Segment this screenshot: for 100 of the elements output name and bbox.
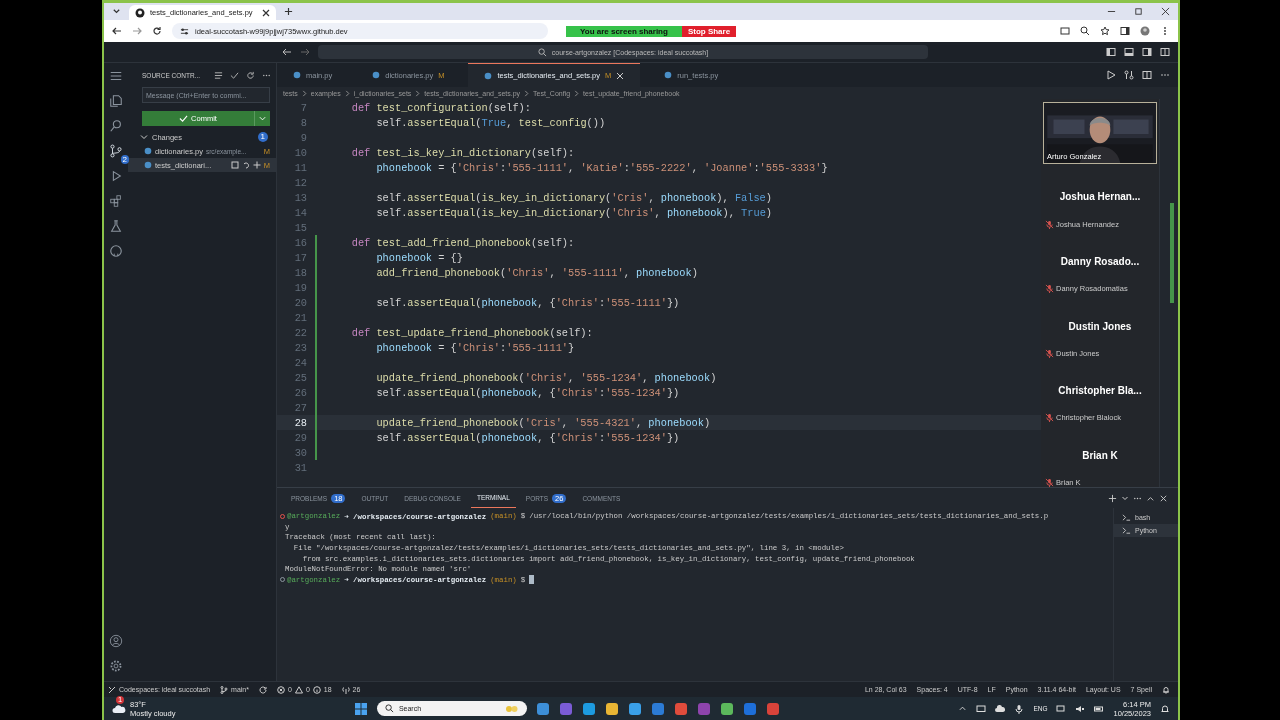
code-line: self.assertEqual(phonebook, {'Chris':'555-1234'}) xyxy=(375,431,680,444)
line-number: 13 xyxy=(293,191,307,204)
line-number: 11 xyxy=(293,161,307,174)
warning-icon xyxy=(294,685,303,694)
chevron-up-icon[interactable] xyxy=(958,704,968,713)
open-changes-icon[interactable] xyxy=(1124,70,1134,80)
battery-icon[interactable] xyxy=(1094,703,1105,714)
source-control-icon[interactable] xyxy=(109,144,123,158)
stage-plus-icon[interactable] xyxy=(252,161,261,169)
caret-icon[interactable] xyxy=(1121,494,1129,502)
app-icon[interactable] xyxy=(673,701,688,716)
python-file-icon xyxy=(664,71,673,79)
python-file-icon xyxy=(372,71,381,79)
code-line: self.assertEqual(is_key_in_dictionary('Chris', phonebook), True) xyxy=(375,206,772,219)
line-number: 24 xyxy=(293,356,307,369)
line-number: 25 xyxy=(293,371,307,384)
open-file-icon[interactable] xyxy=(230,161,239,169)
line-number: 23 xyxy=(293,341,307,354)
app-icon[interactable] xyxy=(765,701,780,716)
explorer-icon[interactable] xyxy=(109,94,123,108)
app-icon[interactable] xyxy=(581,701,596,716)
back-icon[interactable] xyxy=(112,26,122,36)
profile-avatar-icon[interactable] xyxy=(1140,26,1150,36)
layout-icon[interactable] xyxy=(1160,47,1170,57)
notifications-bell-icon[interactable] xyxy=(1162,685,1170,694)
caret-icon xyxy=(258,114,267,123)
app-icon[interactable] xyxy=(719,701,734,716)
tab-list-icon[interactable] xyxy=(112,7,121,16)
checkmark-icon[interactable] xyxy=(230,70,240,80)
search-icon[interactable] xyxy=(109,119,123,133)
code-line: phonebook = {'Chris':'555-1111'} xyxy=(375,341,575,354)
start-icon[interactable] xyxy=(353,701,368,716)
code-line: def test_add_friend_phonebook(self): xyxy=(350,236,575,249)
code-line: phonebook = {} xyxy=(375,251,463,264)
checkmark-icon xyxy=(179,114,189,123)
line-number: 7 xyxy=(299,101,307,114)
extensions-icon[interactable] xyxy=(109,194,123,208)
screen-sharing-banner: You are screen sharing xyxy=(566,26,682,37)
restore-icon[interactable] xyxy=(1134,7,1143,16)
participant-display-name: Brian K xyxy=(1082,449,1118,461)
run-icon[interactable] xyxy=(1106,70,1116,80)
account-icon[interactable] xyxy=(109,634,123,648)
new-tab-icon[interactable] xyxy=(284,7,293,16)
reload-icon[interactable] xyxy=(152,26,162,36)
python-file-icon xyxy=(484,71,493,80)
line-number: 8 xyxy=(299,116,307,129)
app-icon[interactable] xyxy=(604,701,619,716)
testing-flask-icon[interactable] xyxy=(109,219,123,233)
participant-display-name: Danny Rosado... xyxy=(1060,256,1140,267)
toggle-secondary-sidebar-icon[interactable] xyxy=(1142,47,1152,57)
app-icon[interactable] xyxy=(627,701,642,716)
line-number: 22 xyxy=(293,326,307,339)
stop-share-button[interactable]: Stop Share xyxy=(681,26,737,37)
line-number: 29 xyxy=(293,431,307,444)
code-line: def test_configuration(self): xyxy=(350,101,531,114)
settings-icon[interactable] xyxy=(109,659,123,673)
back-icon[interactable] xyxy=(282,47,292,57)
microphone-icon[interactable] xyxy=(1014,703,1025,714)
toggle-sidebar-icon[interactable] xyxy=(1106,47,1116,57)
forward-icon[interactable] xyxy=(132,26,142,36)
line-number: 9 xyxy=(299,131,307,144)
discard-icon[interactable] xyxy=(241,161,250,169)
split-editor-icon[interactable] xyxy=(1142,70,1152,80)
bookmark-star-icon[interactable] xyxy=(1100,26,1110,36)
cloud-icon[interactable] xyxy=(995,703,1006,714)
app-icon[interactable] xyxy=(650,701,665,716)
site-info-icon[interactable] xyxy=(180,26,189,36)
line-number: 12 xyxy=(293,176,307,189)
view-as-tree-icon[interactable] xyxy=(214,70,224,80)
side-panel-icon[interactable] xyxy=(1120,26,1130,36)
error-icon xyxy=(276,685,285,694)
scrollbar-thumb[interactable] xyxy=(1170,203,1174,303)
monitor-icon[interactable] xyxy=(976,703,987,714)
line-number: 27 xyxy=(293,401,307,414)
participant-display-name: Christopher Bla... xyxy=(1058,385,1142,397)
forward-icon[interactable] xyxy=(300,47,310,57)
notifications-bell-icon[interactable] xyxy=(1160,703,1170,714)
search-icon xyxy=(384,704,394,713)
terminal-icon xyxy=(1122,526,1131,535)
close-icon[interactable] xyxy=(262,8,270,17)
speaker-muted-icon[interactable] xyxy=(1075,703,1086,714)
code-line: self.assertEqual(phonebook, {'Chris':'555-1234'}) xyxy=(375,386,680,399)
app-icon[interactable] xyxy=(535,701,550,716)
count-badge: 2 xyxy=(120,155,129,164)
code-line: self.assertEqual(True, test_config()) xyxy=(375,116,606,129)
line-number: 14 xyxy=(293,206,307,219)
zoom-icon[interactable] xyxy=(1080,26,1090,36)
close-icon[interactable] xyxy=(1161,7,1170,16)
branch-icon xyxy=(220,685,229,694)
chevron-icon xyxy=(523,89,531,97)
terminal-icon xyxy=(1122,513,1131,522)
new-terminal-plus-icon[interactable] xyxy=(1108,493,1117,503)
sync-icon[interactable] xyxy=(258,685,267,694)
menu-icon[interactable] xyxy=(109,69,123,83)
line-number: 21 xyxy=(293,311,307,324)
chevron-icon xyxy=(573,89,581,97)
toggle-panel-icon[interactable] xyxy=(1124,47,1134,57)
refresh-icon[interactable] xyxy=(246,70,256,80)
line-number: 16 xyxy=(293,236,307,249)
line-number: 15 xyxy=(293,221,307,234)
